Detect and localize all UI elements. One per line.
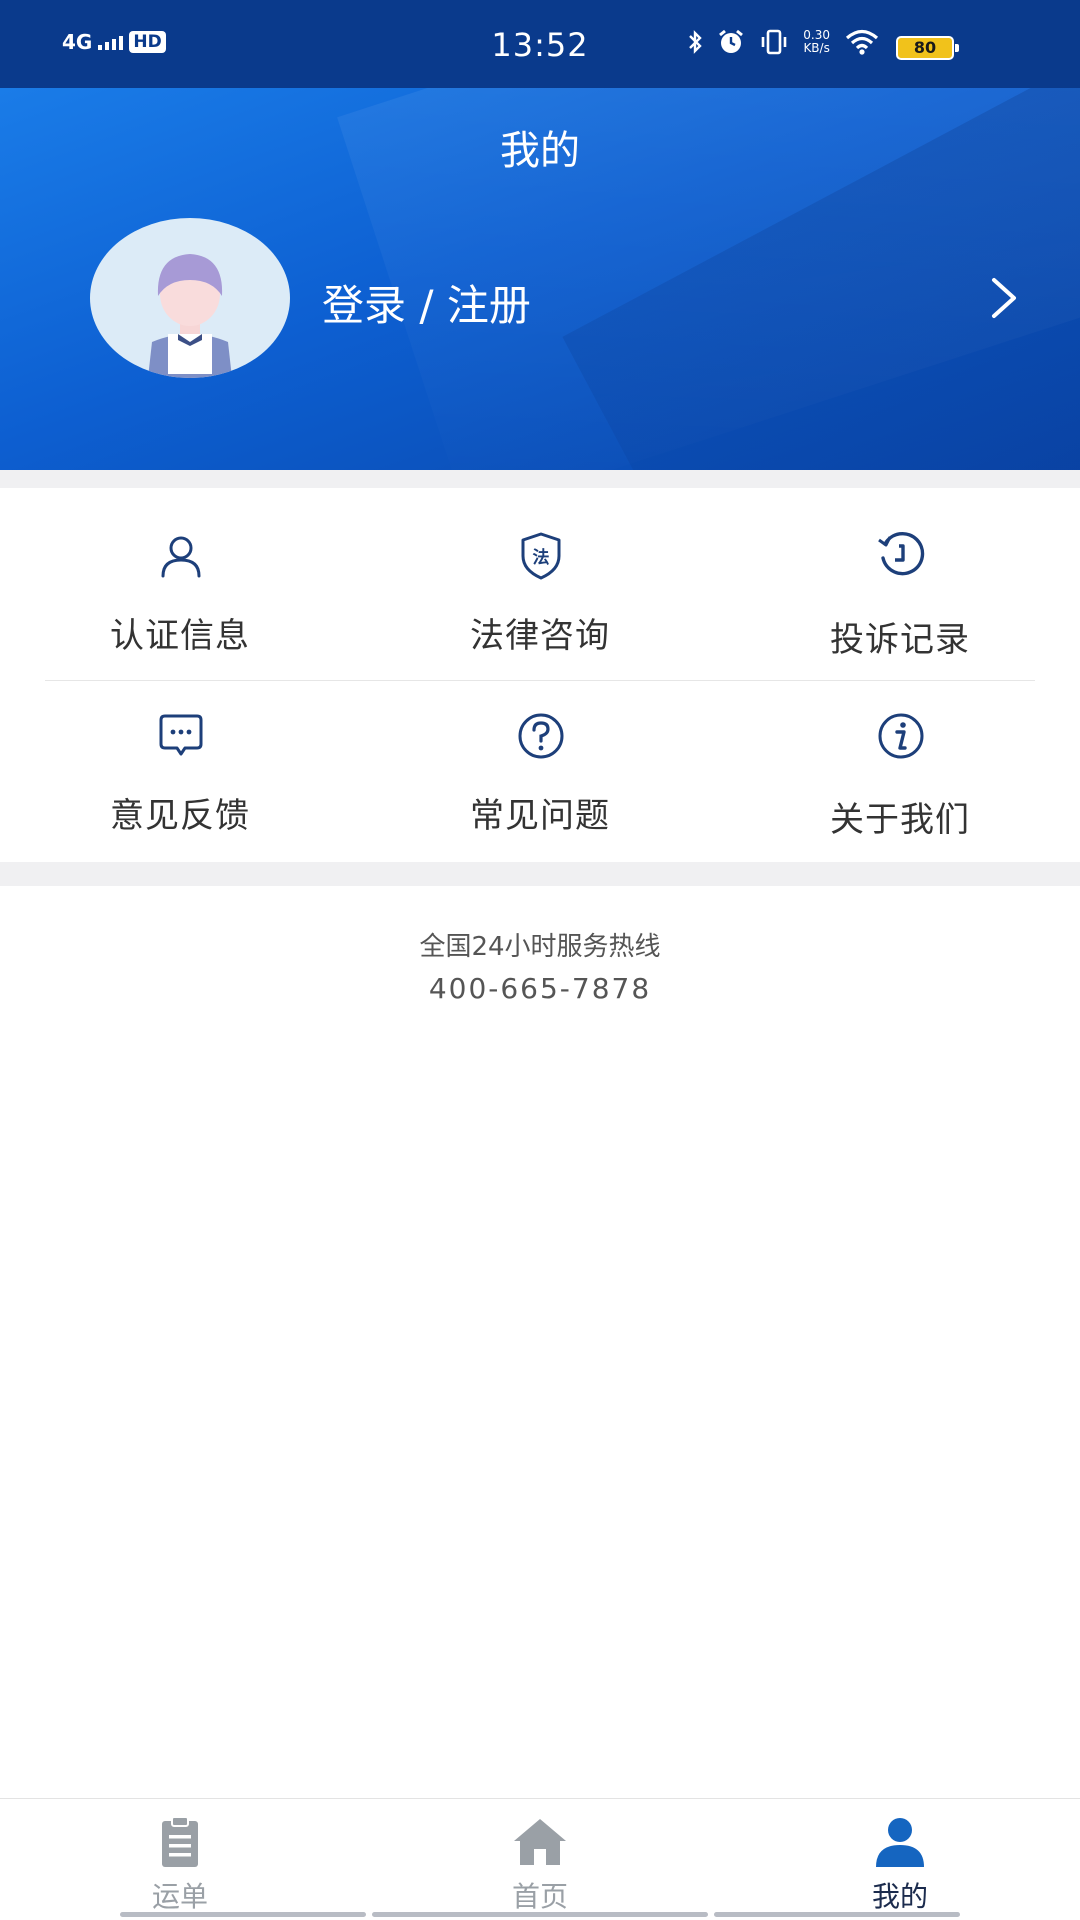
tab-waybill[interactable]: 运单 xyxy=(0,1799,360,1920)
menu-item-label: 投诉记录 xyxy=(830,620,970,660)
tab-label: 我的 xyxy=(871,1880,928,1913)
profile-page: 4G HD 13:52 0.30 KB/s 80 我的 登录 / 注册 认证信息… xyxy=(0,0,1080,1920)
status-bar: 4G HD 13:52 0.30 KB/s 80 xyxy=(0,0,1080,88)
row-divider xyxy=(45,680,1035,681)
gesture-bar-segment xyxy=(372,1912,708,1917)
avatar[interactable] xyxy=(90,218,290,378)
avatar-illustration xyxy=(148,254,232,378)
gesture-bar-segment xyxy=(714,1912,960,1917)
clipboard-icon xyxy=(162,1816,198,1867)
feedback-chat-icon xyxy=(159,714,203,756)
home-icon xyxy=(514,1819,566,1865)
menu-item-label: 认证信息 xyxy=(110,616,250,656)
hotline-number[interactable]: 400-665-7878 xyxy=(0,972,1080,1005)
net-speed-unit: KB/s xyxy=(803,41,830,55)
question-icon xyxy=(518,713,564,759)
tab-label: 首页 xyxy=(511,1880,568,1913)
profile-icon xyxy=(876,1818,924,1867)
alarm-icon xyxy=(719,29,744,53)
menu-item-label: 意见反馈 xyxy=(110,796,250,836)
chevron-right-icon[interactable] xyxy=(984,274,1024,322)
menu-item-feedback[interactable]: 意见反馈 xyxy=(15,688,345,858)
net-speed: 0.30 KB/s xyxy=(803,29,830,55)
bottom-navigation: 运单 首页 我的 xyxy=(0,1798,1080,1920)
menu-item-certification[interactable]: 认证信息 xyxy=(15,508,345,678)
menu-item-faq[interactable]: 常见问题 xyxy=(375,688,705,858)
battery-indicator: 80 xyxy=(896,36,959,60)
gesture-bar-segment xyxy=(120,1912,366,1917)
section-divider xyxy=(0,862,1080,886)
bluetooth-icon xyxy=(689,30,702,54)
menu-item-label: 常见问题 xyxy=(470,796,610,836)
user-icon xyxy=(161,536,201,578)
law-shield-icon: 法 xyxy=(521,532,561,580)
law-glyph: 法 xyxy=(533,547,550,568)
vibrate-icon xyxy=(761,29,787,55)
menu-item-legal-consult[interactable]: 法 法律咨询 xyxy=(375,508,705,678)
menu-item-complaint-history[interactable]: 投诉记录 xyxy=(735,508,1065,678)
wifi-icon xyxy=(845,29,879,55)
profile-header: 我的 登录 / 注册 xyxy=(0,88,1080,470)
info-icon xyxy=(878,713,924,759)
history-clock-icon xyxy=(878,531,925,576)
status-icons: 0.30 KB/s xyxy=(687,28,880,56)
tab-label: 运单 xyxy=(151,1880,208,1913)
menu-item-label: 法律咨询 xyxy=(470,616,610,656)
hotline-title: 全国24小时服务热线 xyxy=(419,932,661,962)
menu-item-label: 关于我们 xyxy=(830,800,970,840)
page-title: 我的 xyxy=(500,128,580,174)
tab-home[interactable]: 首页 xyxy=(360,1799,720,1920)
menu-item-about-us[interactable]: 关于我们 xyxy=(735,688,1065,858)
login-register-link[interactable]: 登录 / 注册 xyxy=(322,272,531,333)
tab-mine[interactable]: 我的 xyxy=(720,1799,1080,1920)
